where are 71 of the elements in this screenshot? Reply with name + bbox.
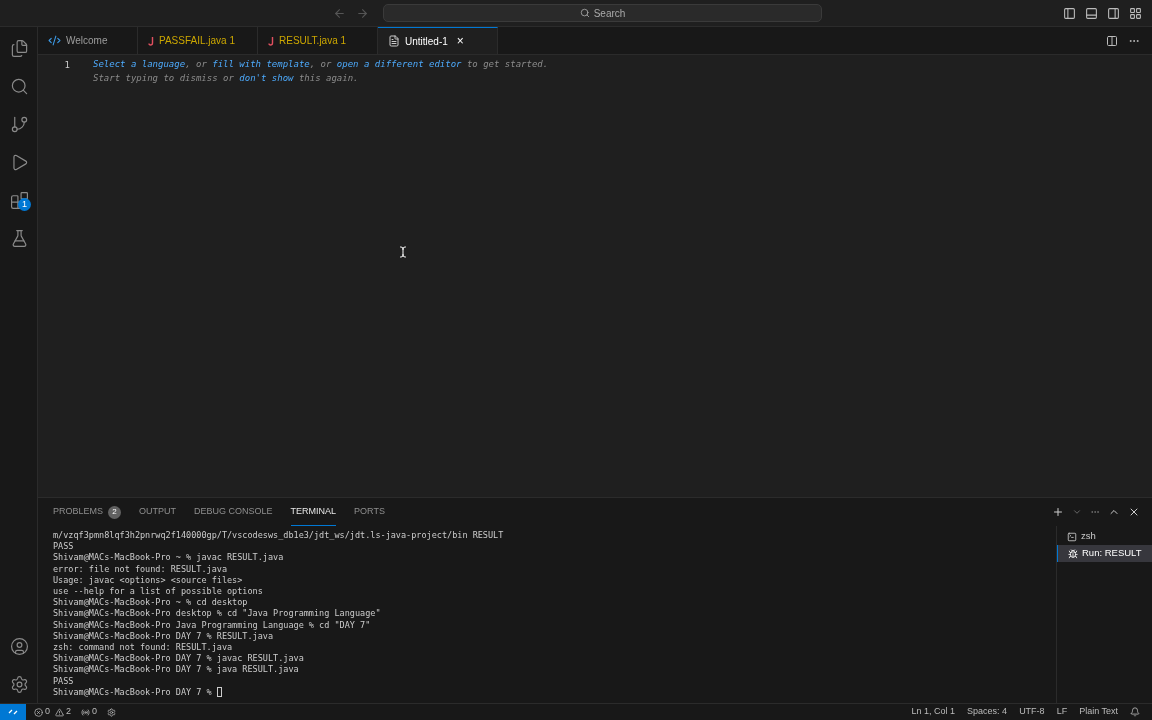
terminal-line: Shivam@MACs-MacBook-Pro Java Programming Language % cd "DAY 7" (53, 619, 371, 631)
status-item[interactable]: UTF-8 (1019, 705, 1045, 719)
problems-status[interactable]: 0 2 (34, 705, 72, 719)
search-icon[interactable] (9, 76, 29, 96)
terminal-line: Shivam@MACs-MacBook-Pro DAY 7 % (53, 686, 213, 699)
warning-icon (55, 707, 64, 717)
panel-tab[interactable]: PORTS (354, 498, 385, 526)
java-file-icon (268, 35, 274, 46)
search-icon (579, 8, 590, 18)
toggle-secondary-sidebar-icon[interactable] (1107, 6, 1120, 20)
close-tab-button[interactable]: × (456, 32, 464, 50)
terminal-line: m/vzqf3pmn8lqf3h2pnrwq2f140000gp/T/vscodesws_db1e3/jdt_ws/jdt.ls-java-project/bin RESULT (53, 530, 504, 542)
ports-icon (81, 707, 91, 717)
terminal-line: Shivam@MACs-MacBook-Pro desktop % cd "Java Programming Language" (53, 608, 381, 620)
search-label: Search (593, 6, 626, 21)
terminal-line: Shivam@MACs-MacBook-Pro DAY 7 % java RESULT.java (53, 664, 299, 676)
java-file-icon (148, 35, 154, 46)
notifications-icon[interactable] (1130, 707, 1140, 717)
hint-link[interactable]: fill with template (212, 59, 310, 69)
settings-icon[interactable] (9, 674, 29, 694)
status-item[interactable]: Ln 1, Col 1 (911, 705, 956, 719)
panel-tab[interactable]: OUTPUT (139, 498, 176, 526)
text-file-icon (388, 35, 400, 47)
toggle-sidebar-icon[interactable] (1063, 6, 1076, 20)
status-item[interactable]: Plain Text (1079, 705, 1118, 719)
text-cursor-icon (397, 246, 409, 258)
terminal-line: Shivam@MACs-MacBook-Pro DAY 7 % javac RESULT.java (53, 653, 304, 665)
terminal-line: error: file not found: RESULT.java (53, 563, 227, 575)
terminal-session[interactable]: zsh (1057, 528, 1152, 545)
terminal-line: PASS (53, 675, 74, 687)
terminal-line: PASS (53, 541, 74, 553)
code-icon (48, 34, 61, 47)
hint-link[interactable]: don't show (239, 73, 294, 83)
panel-tab[interactable]: TERMINAL (290, 498, 337, 526)
terminal-line: Shivam@MACs-MacBook-Pro DAY 7 % RESULT.java (53, 630, 274, 643)
editor-tab[interactable]: PASSFAIL.java 1 (138, 27, 258, 54)
notification-badge: 1 (18, 198, 31, 211)
terminal-line: Usage: javac <options> <source files> (53, 574, 243, 586)
gear-icon[interactable] (107, 707, 117, 717)
editor-hint: Select a language, or fill with template, or open a different editor to get started. (93, 58, 549, 71)
terminal-cursor (216, 687, 222, 698)
hint-link[interactable]: open a different editor (336, 59, 462, 69)
editor-tab[interactable]: Welcome (38, 27, 138, 54)
ports-status[interactable]: 0 (81, 705, 98, 719)
layout-icon[interactable] (1129, 6, 1142, 20)
error-icon (34, 707, 43, 717)
explorer-icon[interactable] (9, 38, 29, 58)
source-control-icon[interactable] (9, 114, 29, 134)
line-number: 1 (64, 60, 70, 70)
panel-tab[interactable]: PROBLEMS 2 (53, 498, 121, 526)
search-bar[interactable]: Search (383, 4, 822, 22)
terminal-line: Shivam@MACs-MacBook-Pro ~ % cd desktop (53, 597, 248, 609)
editor-hint: Start typing to dismiss or don't show this again. (93, 72, 359, 85)
editor-tab[interactable]: Untitled-1 × (378, 27, 498, 54)
remote-icon (8, 707, 18, 717)
split-editor-icon[interactable] (1106, 34, 1118, 47)
count-badge: 2 (108, 505, 121, 519)
terminal-session[interactable]: Run: RESULT (1057, 545, 1152, 562)
status-item[interactable]: LF (1056, 705, 1068, 719)
bug-icon (1068, 548, 1078, 559)
terminal-line: use --help for a list of possible options (53, 586, 263, 598)
new-terminal-icon[interactable] (1052, 506, 1064, 518)
terminal-line: Shivam@MACs-MacBook-Pro ~ % javac RESULT.java (53, 552, 284, 564)
extensions-icon[interactable] (9, 190, 29, 210)
panel-tab[interactable]: DEBUG CONSOLE (194, 498, 273, 526)
status-item[interactable]: Spaces: 4 (967, 705, 1008, 719)
terminal-icon (1067, 531, 1077, 542)
terminal-line: zsh: command not found: RESULT.java (53, 642, 233, 654)
close-panel-icon[interactable] (1128, 506, 1140, 518)
toggle-panel-icon[interactable] (1085, 6, 1098, 20)
account-icon[interactable] (9, 636, 29, 656)
